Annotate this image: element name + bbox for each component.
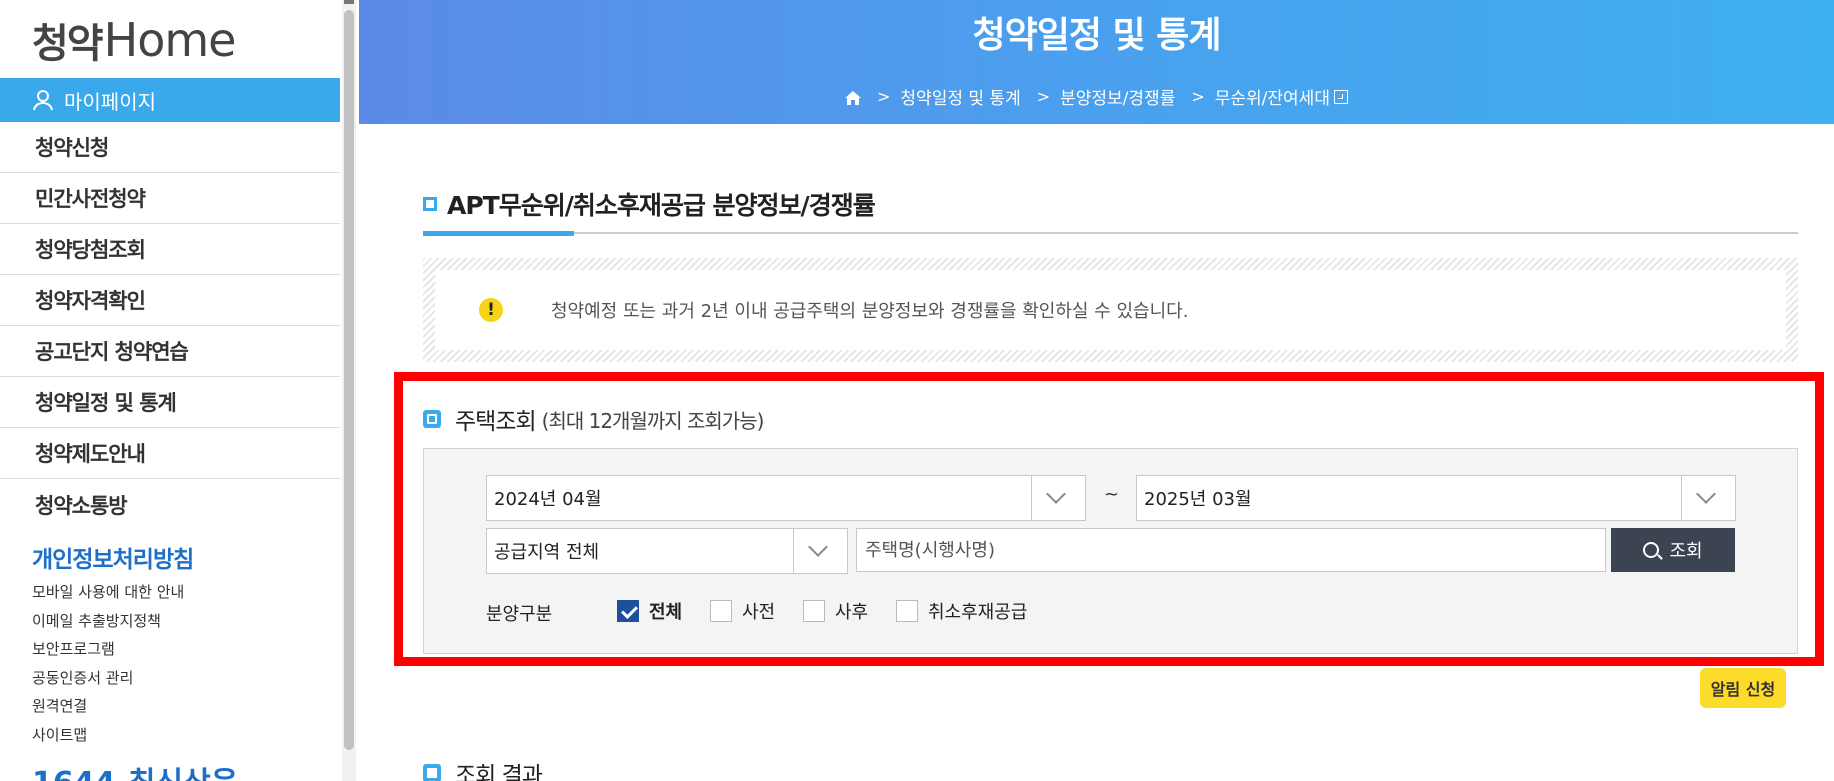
- breadcrumb: > 청약일정 및 통계 > 분양정보/경쟁률 > 무순위/잔여세대: [359, 84, 1834, 109]
- sidebar-item-pre-apply[interactable]: 민간사전청약: [0, 173, 340, 224]
- page-title: APT무순위/취소후재공급 분양정보/경쟁률: [423, 186, 876, 222]
- sidebar-bottom-text: 1644-최신상응: [32, 758, 238, 781]
- section-square-icon: [423, 764, 441, 781]
- logo-english: Home: [103, 12, 237, 67]
- scrollbar-thumb[interactable]: [344, 10, 354, 750]
- sidebar-item-win-check[interactable]: 청약당첨조회: [0, 224, 340, 275]
- highlight-frame: [394, 372, 1824, 666]
- logo[interactable]: 청약 Home: [32, 12, 237, 67]
- sidebar-item-eligibility[interactable]: 청약자격확인: [0, 275, 340, 326]
- chevron-right-icon: >: [1036, 87, 1051, 106]
- breadcrumb-item-schedule[interactable]: 청약일정 및 통계: [900, 84, 1020, 109]
- result-title-text: 조회 결과: [455, 763, 543, 781]
- person-icon: [32, 89, 54, 111]
- title-square-icon: [423, 197, 437, 211]
- sidebar-item-practice[interactable]: 공고단지 청약연습: [0, 326, 340, 377]
- sidebar-sub-links: 모바일 사용에 대한 안내 이메일 추출방지정책 보안프로그램 공동인증서 관리…: [32, 578, 184, 749]
- mypage-button[interactable]: 마이페이지: [0, 78, 340, 122]
- expand-box-icon[interactable]: [1333, 89, 1348, 104]
- breadcrumb-item-sales-info[interactable]: 분양정보/경쟁률: [1060, 84, 1175, 109]
- sidebar-item-guide[interactable]: 청약제도안내: [0, 428, 340, 479]
- alert-signup-button[interactable]: 알림 신청: [1700, 668, 1786, 708]
- title-divider-accent: [423, 231, 574, 236]
- home-icon[interactable]: [845, 90, 862, 105]
- notice-box: ! 청약예정 또는 과거 2년 이내 공급주택의 분양정보와 경쟁률을 확인하실…: [423, 258, 1798, 362]
- title-divider: [423, 232, 1798, 234]
- breadcrumb-item-remaining[interactable]: 무순위/잔여세대: [1215, 84, 1330, 109]
- mypage-label: 마이페이지: [64, 89, 156, 114]
- result-section-title: 조회 결과: [423, 756, 543, 781]
- privacy-policy-link[interactable]: 개인정보처리방침: [32, 540, 194, 574]
- chevron-right-icon: >: [877, 87, 891, 106]
- sub-link-security[interactable]: 보안프로그램: [32, 635, 184, 664]
- scrollbar-up-arrow[interactable]: [344, 0, 354, 4]
- sub-link-email-policy[interactable]: 이메일 추출방지정책: [32, 607, 184, 636]
- logo-korean: 청약: [32, 20, 104, 67]
- sidebar-item-community[interactable]: 청약소통방: [0, 479, 340, 530]
- page-title-text: APT무순위/취소후재공급 분양정보/경쟁률: [447, 191, 876, 220]
- sidebar-item-apply[interactable]: 청약신청: [0, 122, 340, 173]
- banner-title: 청약일정 및 통계: [972, 15, 1222, 56]
- chevron-right-icon: >: [1191, 87, 1205, 106]
- exclamation-icon: !: [479, 298, 503, 322]
- sidebar-item-schedule[interactable]: 청약일정 및 통계: [0, 377, 340, 428]
- sidebar: 청약 Home 마이페이지 청약신청 민간사전청약 청약당첨조회 청약자격확인 …: [0, 0, 340, 781]
- sidebar-menu: 청약신청 민간사전청약 청약당첨조회 청약자격확인 공고단지 청약연습 청약일정…: [0, 122, 340, 530]
- sub-link-remote[interactable]: 원격연결: [32, 692, 184, 721]
- sub-link-sitemap[interactable]: 사이트맵: [32, 721, 184, 750]
- sub-link-certificate[interactable]: 공동인증서 관리: [32, 664, 184, 693]
- sub-link-mobile[interactable]: 모바일 사용에 대한 안내: [32, 578, 184, 607]
- notice-text: 청약예정 또는 과거 2년 이내 공급주택의 분양정보와 경쟁률을 확인하실 수…: [551, 301, 1189, 322]
- notice-inner: ! 청약예정 또는 과거 2년 이내 공급주택의 분양정보와 경쟁률을 확인하실…: [435, 270, 1786, 350]
- page-banner: 청약일정 및 통계 > 청약일정 및 통계 > 분양정보/경쟁률 > 무순위/잔…: [359, 0, 1834, 124]
